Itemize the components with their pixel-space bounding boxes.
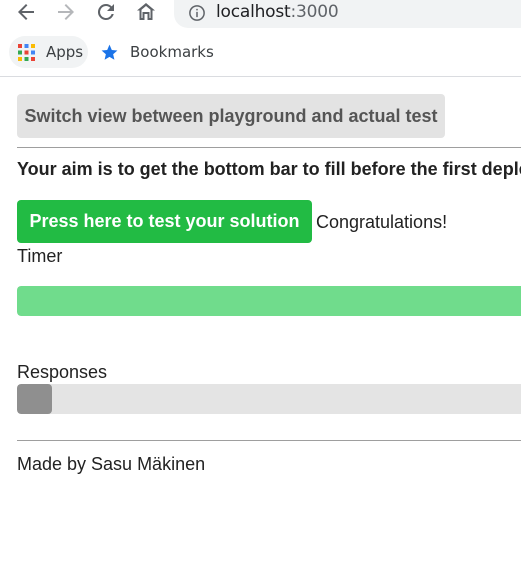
back-arrow-icon[interactable]	[14, 0, 38, 24]
apps-bookmark[interactable]: Apps	[9, 36, 88, 68]
bookmarks-bar: Apps Bookmarks	[0, 36, 521, 70]
info-icon[interactable]	[188, 4, 206, 22]
apps-label: Apps	[46, 43, 84, 61]
top-divider	[17, 147, 521, 148]
browser-toolbar: localhost:3000 Apps Bookmarks	[0, 0, 521, 77]
star-icon	[100, 43, 119, 62]
address-bar[interactable]: localhost:3000	[174, 0, 521, 28]
url-port: :3000	[290, 2, 339, 22]
timer-bar-fill	[17, 286, 521, 316]
switch-view-button[interactable]: Switch view between playground and actua…	[17, 94, 445, 138]
home-icon[interactable]	[134, 0, 158, 24]
reload-icon[interactable]	[94, 0, 118, 24]
footer-credit: Made by Sasu Mäkinen	[17, 454, 206, 474]
url-text: localhost:3000	[216, 2, 339, 22]
responses-bar-fill	[17, 384, 52, 414]
bookmarks-label[interactable]: Bookmarks	[130, 43, 214, 61]
responses-bar	[17, 384, 521, 414]
aim-text: Your aim is to get the bottom bar to fil…	[17, 159, 521, 179]
timer-label: Timer	[17, 246, 63, 266]
responses-label: Responses	[17, 362, 108, 382]
test-solution-button[interactable]: Press here to test your solution	[17, 200, 312, 243]
timer-bar	[17, 286, 521, 316]
apps-grid-icon	[18, 44, 35, 61]
navigation-row: localhost:3000	[0, 0, 521, 28]
forward-arrow-icon[interactable]	[54, 0, 78, 24]
bottom-divider	[17, 440, 521, 441]
url-host: localhost	[216, 2, 291, 22]
status-message: Congratulations!	[316, 212, 448, 232]
